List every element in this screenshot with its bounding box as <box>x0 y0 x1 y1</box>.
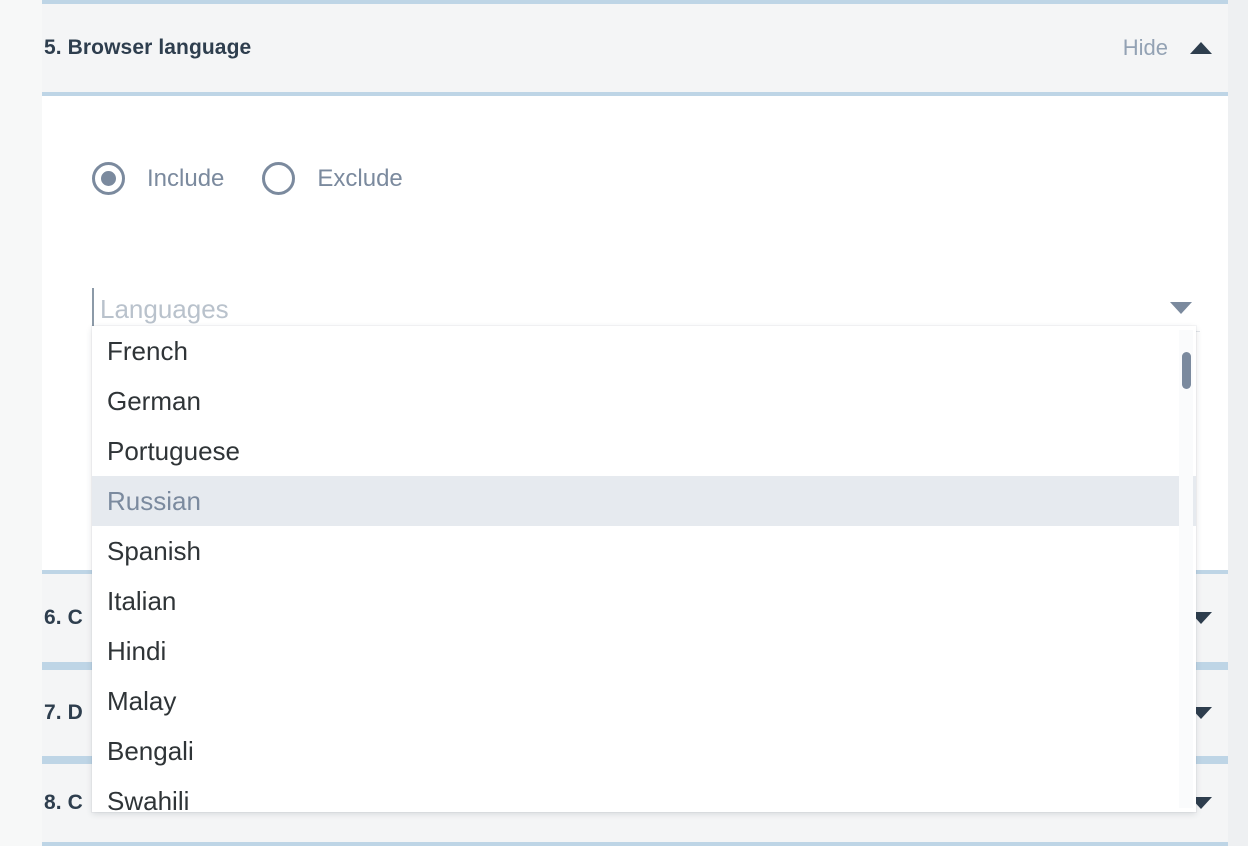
radio-exclude-label: Exclude <box>317 164 403 192</box>
include-exclude-radio-group: Include Exclude <box>92 162 403 195</box>
language-option[interactable]: Malay <box>92 676 1196 726</box>
radio-option-include[interactable]: Include <box>92 162 224 195</box>
page-right-gutter <box>1228 0 1248 846</box>
text-caret-icon <box>92 288 94 326</box>
section-browser-language: 5. Browser language Hide <box>42 0 1228 96</box>
page-left-gutter <box>0 0 42 846</box>
section-8-title: 8. C <box>44 791 83 814</box>
dropdown-scrollbar-thumb[interactable] <box>1182 352 1191 389</box>
section-header-browser-language[interactable]: 5. Browser language Hide <box>42 0 1228 96</box>
language-option[interactable]: French <box>92 326 1196 376</box>
section-7-title: 7. D <box>44 701 83 724</box>
language-option[interactable]: Spanish <box>92 526 1196 576</box>
section-header-controls: Hide <box>1123 35 1212 61</box>
languages-dropdown[interactable]: French German Portuguese Russian Spanish Ital… <box>92 326 1196 812</box>
hide-toggle-label[interactable]: Hide <box>1123 35 1168 61</box>
language-option[interactable]: Swahili <box>92 776 1196 812</box>
section-6-title: 6. C <box>44 606 83 629</box>
languages-input-placeholder[interactable]: Languages <box>92 294 229 325</box>
language-option[interactable]: Russian <box>92 476 1196 526</box>
radio-include-label: Include <box>147 164 225 192</box>
caret-up-icon[interactable] <box>1190 42 1212 54</box>
radio-exclude-icon[interactable] <box>262 162 296 195</box>
language-option[interactable]: Hindi <box>92 626 1196 676</box>
dropdown-scrollbar-track[interactable] <box>1179 330 1193 808</box>
radio-include-icon[interactable] <box>92 162 125 195</box>
language-option[interactable]: German <box>92 376 1196 426</box>
languages-option-list: French German Portuguese Russian Spanish Ital… <box>92 326 1196 812</box>
radio-option-exclude[interactable]: Exclude <box>262 162 403 195</box>
page-root: 5. Browser language Hide Include Exclude… <box>0 0 1248 846</box>
page-title: 5. Browser language <box>44 36 252 59</box>
language-option[interactable]: Bengali <box>92 726 1196 776</box>
radio-selected-dot-icon <box>101 171 116 186</box>
language-option[interactable]: Portuguese <box>92 426 1196 476</box>
language-option[interactable]: Italian <box>92 576 1196 626</box>
chevron-down-icon[interactable] <box>1170 302 1192 314</box>
